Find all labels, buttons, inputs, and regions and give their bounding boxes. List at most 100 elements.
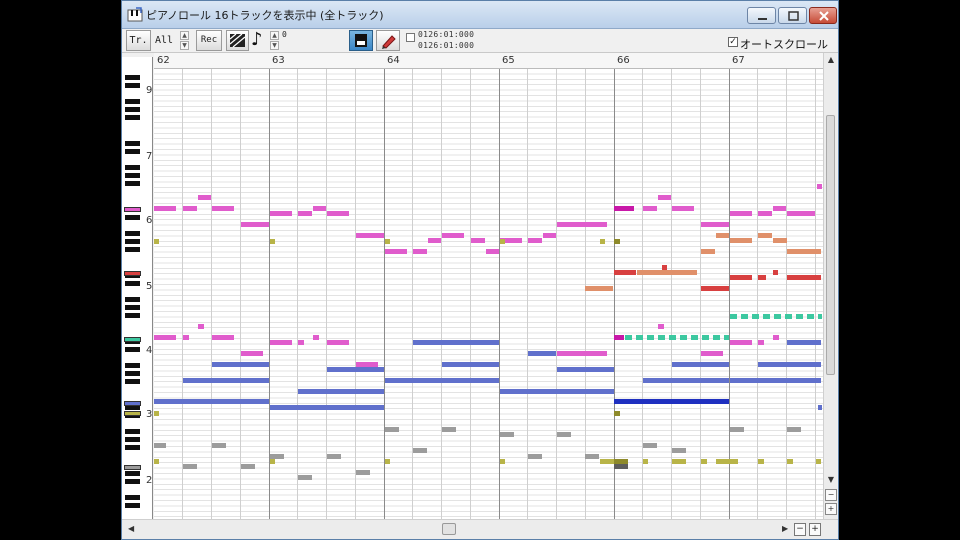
vertical-scroll-thumb[interactable] bbox=[826, 115, 835, 375]
zoom-out-horizontal-button[interactable]: − bbox=[794, 523, 806, 536]
note[interactable] bbox=[198, 195, 211, 200]
note[interactable] bbox=[773, 335, 779, 340]
track-spinner[interactable]: ▲ ▼ bbox=[180, 31, 189, 50]
note[interactable] bbox=[585, 286, 613, 291]
black-key[interactable] bbox=[125, 429, 140, 434]
track-select[interactable]: All bbox=[155, 32, 177, 50]
note[interactable] bbox=[212, 443, 226, 448]
note-grid[interactable] bbox=[154, 69, 823, 519]
scroll-down-arrow-icon[interactable]: ▼ bbox=[825, 475, 837, 487]
black-key[interactable] bbox=[125, 495, 140, 500]
black-key[interactable] bbox=[125, 247, 140, 252]
measure-ruler[interactable]: 62 63 64 65 66 67 bbox=[154, 53, 823, 69]
note[interactable] bbox=[658, 195, 671, 200]
note[interactable] bbox=[528, 351, 556, 356]
note[interactable] bbox=[773, 238, 787, 243]
note[interactable] bbox=[637, 270, 697, 275]
note[interactable] bbox=[154, 443, 166, 448]
note[interactable] bbox=[198, 324, 204, 329]
note[interactable] bbox=[313, 335, 319, 340]
note[interactable] bbox=[442, 233, 464, 238]
spin-up-icon[interactable]: ▲ bbox=[180, 31, 189, 40]
zoom-in-vertical-button[interactable]: + bbox=[825, 503, 837, 515]
note[interactable] bbox=[614, 335, 729, 340]
note[interactable] bbox=[758, 340, 764, 345]
black-key[interactable] bbox=[125, 379, 140, 384]
note[interactable] bbox=[183, 464, 197, 469]
note[interactable] bbox=[298, 475, 312, 480]
note[interactable] bbox=[672, 362, 729, 367]
note[interactable] bbox=[730, 314, 822, 319]
note[interactable] bbox=[672, 206, 694, 211]
note[interactable] bbox=[212, 206, 234, 211]
note[interactable] bbox=[817, 184, 822, 189]
note[interactable] bbox=[701, 249, 715, 254]
black-key[interactable] bbox=[125, 75, 140, 80]
pen-tool-button[interactable] bbox=[376, 30, 400, 51]
note[interactable] bbox=[730, 378, 821, 383]
black-key[interactable] bbox=[125, 231, 140, 236]
minimize-button[interactable] bbox=[747, 7, 776, 24]
zoom-out-vertical-button[interactable]: − bbox=[825, 489, 837, 501]
note[interactable] bbox=[787, 459, 793, 464]
note[interactable] bbox=[643, 459, 648, 464]
note[interactable] bbox=[154, 459, 159, 464]
note[interactable] bbox=[241, 464, 255, 469]
note[interactable] bbox=[557, 351, 607, 356]
note[interactable] bbox=[298, 389, 384, 394]
note[interactable] bbox=[500, 239, 505, 244]
note[interactable] bbox=[787, 249, 821, 254]
note[interactable] bbox=[585, 454, 599, 459]
position-checkbox[interactable] bbox=[406, 33, 415, 42]
note[interactable] bbox=[154, 206, 176, 211]
black-key[interactable] bbox=[125, 445, 140, 450]
note[interactable] bbox=[385, 239, 390, 244]
note[interactable] bbox=[413, 448, 427, 453]
note[interactable] bbox=[614, 411, 620, 416]
note[interactable] bbox=[486, 249, 499, 254]
note[interactable] bbox=[701, 286, 729, 291]
note[interactable] bbox=[614, 464, 628, 469]
note[interactable] bbox=[270, 459, 275, 464]
note[interactable] bbox=[758, 211, 772, 216]
note[interactable] bbox=[614, 270, 636, 275]
note[interactable] bbox=[557, 432, 571, 437]
vertical-scrollbar[interactable]: ▲ ▼ − + bbox=[823, 53, 837, 519]
octave-spinner[interactable]: ▲ ▼ bbox=[270, 31, 279, 50]
scroll-right-arrow-icon[interactable]: ▶ bbox=[782, 524, 788, 533]
note[interactable] bbox=[313, 206, 326, 211]
horizontal-scrollbar[interactable]: ◀ ▶ − + bbox=[122, 519, 838, 539]
note[interactable] bbox=[413, 249, 427, 254]
note[interactable] bbox=[500, 432, 514, 437]
note[interactable] bbox=[614, 459, 628, 464]
note[interactable] bbox=[413, 340, 499, 345]
note[interactable] bbox=[528, 238, 542, 243]
note[interactable] bbox=[356, 470, 370, 475]
black-key[interactable] bbox=[125, 99, 140, 104]
note[interactable] bbox=[385, 459, 390, 464]
black-key[interactable] bbox=[125, 281, 140, 286]
black-key[interactable] bbox=[125, 471, 140, 476]
note[interactable] bbox=[758, 362, 821, 367]
note[interactable] bbox=[241, 222, 269, 227]
autoscroll-checkbox[interactable]: ✓ bbox=[728, 37, 738, 47]
note[interactable] bbox=[154, 239, 159, 244]
black-key[interactable] bbox=[125, 479, 140, 484]
note[interactable] bbox=[701, 351, 723, 356]
note[interactable] bbox=[614, 335, 624, 340]
black-key[interactable] bbox=[125, 239, 140, 244]
scroll-up-arrow-icon[interactable]: ▲ bbox=[825, 55, 837, 67]
black-key[interactable] bbox=[125, 437, 140, 442]
note[interactable] bbox=[730, 238, 752, 243]
note[interactable] bbox=[385, 378, 499, 383]
black-key[interactable] bbox=[125, 347, 140, 352]
note[interactable] bbox=[270, 211, 292, 216]
note[interactable] bbox=[442, 427, 456, 432]
black-key[interactable] bbox=[125, 297, 140, 302]
note[interactable] bbox=[787, 211, 815, 216]
note[interactable] bbox=[672, 448, 686, 453]
note[interactable] bbox=[816, 459, 821, 464]
note[interactable] bbox=[614, 399, 729, 404]
note[interactable] bbox=[818, 405, 822, 410]
note[interactable] bbox=[614, 239, 620, 244]
